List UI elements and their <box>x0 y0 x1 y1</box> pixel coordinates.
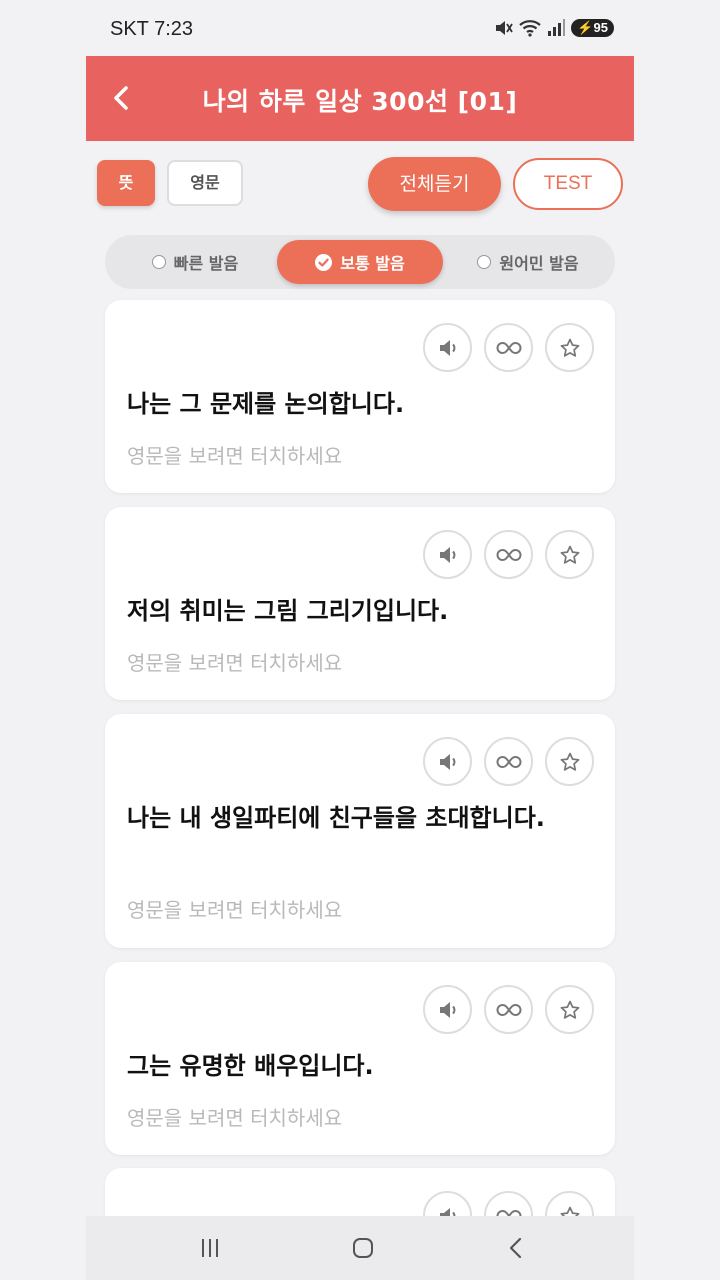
wifi-icon <box>519 20 542 37</box>
mute-icon <box>496 21 514 35</box>
infinity-icon <box>496 548 521 561</box>
speed-option-native[interactable]: 원어민 발음 <box>465 235 591 289</box>
infinity-icon <box>496 1003 521 1016</box>
infinity-icon <box>496 755 521 768</box>
card-actions <box>423 323 594 372</box>
favorite-button[interactable] <box>545 323 594 372</box>
card-actions <box>423 737 594 786</box>
page-title: 나의 하루 일상 300선 [01] <box>202 87 518 116</box>
home-icon <box>353 1238 373 1258</box>
play-audio-button[interactable] <box>423 323 472 372</box>
reveal-english-hint[interactable]: 영문을 보려면 터치하세요 <box>127 440 342 469</box>
sentence-card[interactable] <box>105 1168 615 1216</box>
speaker-icon <box>439 339 455 356</box>
sentence-card[interactable]: 나는 그 문제를 논의합니다. 영문을 보려면 터치하세요 <box>105 300 615 493</box>
recent-apps-button[interactable] <box>190 1234 230 1262</box>
star-icon <box>560 1206 579 1216</box>
system-nav-bar <box>86 1216 634 1280</box>
speaker-icon <box>439 546 455 563</box>
repeat-button[interactable] <box>484 530 533 579</box>
speed-option-normal[interactable]: 보통 발음 <box>277 240 443 284</box>
speaker-icon <box>439 1001 455 1018</box>
sentence-korean: 저의 취미는 그림 그리기입니다. <box>127 597 449 625</box>
sentence-korean: 나는 내 생일파티에 친구들을 초대합니다. <box>127 804 545 832</box>
meaning-toggle-button[interactable]: 뜻 <box>97 160 155 206</box>
favorite-button[interactable] <box>545 1191 594 1216</box>
favorite-button[interactable] <box>545 985 594 1034</box>
pronunciation-speed-selector: 빠른 발음 보통 발음 원어민 발음 <box>105 235 615 289</box>
battery-indicator: ⚡95 <box>571 19 614 37</box>
card-actions <box>423 985 594 1034</box>
star-icon <box>560 752 579 771</box>
speed-option-fast[interactable]: 빠른 발음 <box>135 235 255 289</box>
star-icon <box>560 545 579 564</box>
listen-all-button[interactable]: 전체듣기 <box>368 157 501 211</box>
speaker-icon <box>439 1207 455 1216</box>
test-button[interactable]: TEST <box>513 158 623 210</box>
sentence-card[interactable]: 그는 유명한 배우입니다. 영문을 보려면 터치하세요 <box>105 962 615 1155</box>
back-nav-button[interactable] <box>496 1234 536 1262</box>
infinity-icon <box>496 1209 521 1216</box>
header: 나의 하루 일상 300선 [01] <box>86 56 634 141</box>
signal-icon <box>548 19 566 36</box>
app-screen: 나의 하루 일상 300선 [01] 뜻 영문 전체듣기 TEST 빠른 발음 … <box>86 56 634 1216</box>
card-actions <box>423 1191 594 1216</box>
star-icon <box>560 338 579 357</box>
sentence-korean: 그는 유명한 배우입니다. <box>127 1052 374 1080</box>
status-bar: SKT 7:23 ⚡95 <box>0 0 720 56</box>
reveal-english-hint[interactable]: 영문을 보려면 터치하세요 <box>127 647 342 676</box>
card-actions <box>423 530 594 579</box>
speed-option-label: 보통 발음 <box>340 254 405 273</box>
repeat-button[interactable] <box>484 737 533 786</box>
battery-level: 95 <box>593 20 608 35</box>
radio-icon <box>477 255 492 269</box>
sentence-korean: 나는 그 문제를 논의합니다. <box>127 390 405 418</box>
speed-option-label: 원어민 발음 <box>499 254 579 273</box>
speed-option-label: 빠른 발음 <box>173 254 239 273</box>
repeat-button[interactable] <box>484 1191 533 1216</box>
speaker-icon <box>439 753 455 770</box>
play-audio-button[interactable] <box>423 737 472 786</box>
reveal-english-hint[interactable]: 영문을 보려면 터치하세요 <box>127 894 342 923</box>
repeat-button[interactable] <box>484 323 533 372</box>
repeat-button[interactable] <box>484 985 533 1034</box>
home-button[interactable] <box>343 1234 383 1262</box>
back-nav-icon <box>509 1237 522 1259</box>
play-audio-button[interactable] <box>423 985 472 1034</box>
star-icon <box>560 1000 579 1019</box>
favorite-button[interactable] <box>545 737 594 786</box>
sentence-card[interactable]: 나는 내 생일파티에 친구들을 초대합니다. 영문을 보려면 터치하세요 <box>105 714 615 948</box>
sentence-card[interactable]: 저의 취미는 그림 그리기입니다. 영문을 보려면 터치하세요 <box>105 507 615 700</box>
play-audio-button[interactable] <box>423 530 472 579</box>
radio-icon <box>151 255 166 269</box>
recent-apps-icon <box>202 1239 218 1257</box>
status-icons: ⚡95 <box>493 18 614 38</box>
english-toggle-button[interactable]: 영문 <box>167 160 243 206</box>
reveal-english-hint[interactable]: 영문을 보려면 터치하세요 <box>127 1102 342 1131</box>
favorite-button[interactable] <box>545 530 594 579</box>
status-time: SKT 7:23 <box>110 18 194 40</box>
check-circle-icon <box>315 253 333 271</box>
play-audio-button[interactable] <box>423 1191 472 1216</box>
infinity-icon <box>496 341 521 354</box>
